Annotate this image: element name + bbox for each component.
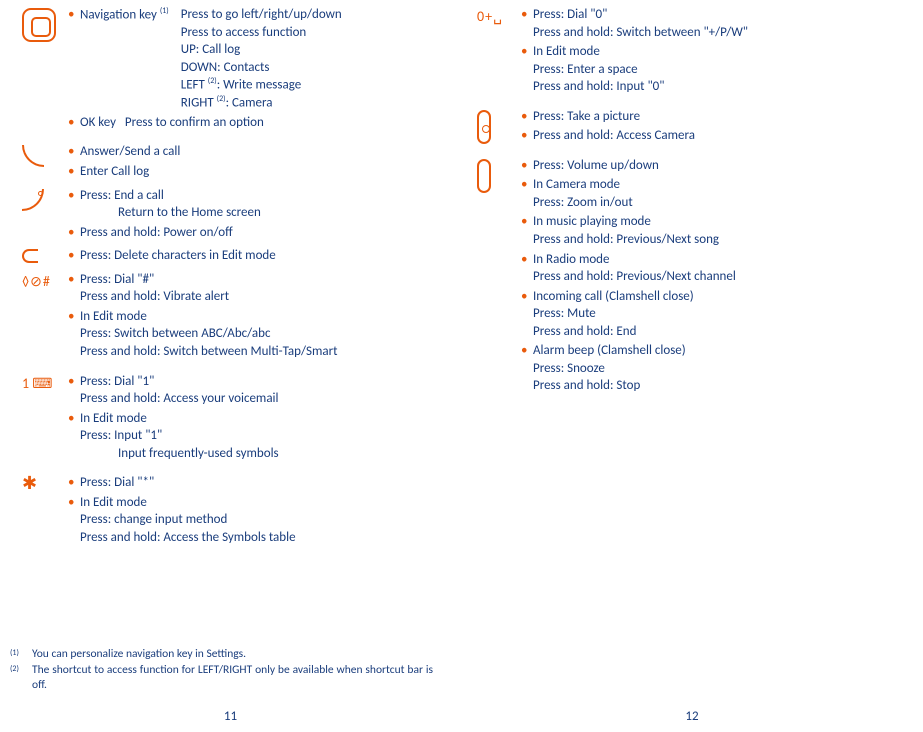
item-hash-a: Press: Dial "#" Press and hold: Vibrate … (68, 271, 451, 306)
item-hash-b: In Edit mode Press: Switch between ABC/A… (68, 308, 451, 361)
clear-key-icon (22, 249, 38, 263)
item-delete: Press: Delete characters in Edit mode (68, 247, 451, 265)
camera-key-icon (477, 110, 491, 144)
item-vol-4: Incoming call (Clamshell close) Press: M… (521, 288, 913, 341)
end-key-icon (22, 189, 44, 211)
volume-key-icon (477, 159, 491, 193)
row-end: Press: End a call Return to the Home scr… (10, 187, 451, 244)
row-hash: ◊⊘# Press: Dial "#" Press and hold: Vibr… (10, 271, 451, 363)
item-vol-1: In Camera mode Press: Zoom in/out (521, 176, 913, 211)
item-call-log: Enter Call log (68, 163, 451, 181)
hash-key-icon: ◊⊘# (22, 273, 51, 290)
item-vol-5: Alarm beep (Clamshell close) Press: Snoo… (521, 342, 913, 395)
item-camera-a: Press: Take a picture (521, 108, 913, 126)
nav-line-0: Press to go left/right/up/down (181, 6, 451, 24)
item-end-b: Press and hold: Power on/off (68, 224, 451, 242)
nav-line-right: RIGHT (2): Camera (181, 94, 451, 112)
page-left: Navigation key (1) Press to go left/righ… (0, 0, 461, 732)
item-camera-b: Press and hold: Access Camera (521, 127, 913, 145)
nav-line-left: LEFT (2): Write message (181, 76, 451, 94)
item-star-b: In Edit mode Press: change input method … (68, 494, 451, 547)
row-zero: 0+␣ Press: Dial "0" Press and hold: Swit… (471, 6, 913, 98)
footnotes: (1) You can personalize navigation key i… (10, 647, 433, 694)
left-content: Navigation key (1) Press to go left/righ… (0, 0, 461, 548)
item-star-a: Press: Dial "*" (68, 474, 451, 492)
nav-key-icon (22, 8, 56, 42)
footnote-2: (2) The shortcut to access function for … (10, 663, 433, 694)
item-nav-key: Navigation key (1) Press to go left/righ… (68, 6, 451, 112)
row-answer: Answer/Send a call Enter Call log (10, 143, 451, 182)
send-key-icon (22, 145, 44, 167)
item-one-b: In Edit mode Press: Input "1" Input freq… (68, 410, 451, 463)
row-star: ✱ Press: Dial "*" In Edit mode Press: ch… (10, 474, 451, 548)
row-camera: Press: Take a picture Press and hold: Ac… (471, 108, 913, 147)
footnote-ref-1: (1) (160, 6, 169, 16)
nav-line-3: DOWN: Contacts (181, 59, 451, 77)
row-delete: Press: Delete characters in Edit mode (10, 247, 451, 267)
item-zero-a: Press: Dial "0" Press and hold: Switch b… (521, 6, 913, 41)
row-volume: Press: Volume up/down In Camera mode Pre… (471, 157, 913, 397)
item-vol-3: In Radio mode Press and hold: Previous/N… (521, 251, 913, 286)
page-right: 0+␣ Press: Dial "0" Press and hold: Swit… (461, 0, 923, 732)
nav-line-1: Press to access function (181, 24, 451, 42)
one-key-icon: 1 ⌨ (22, 375, 52, 392)
row-one: 1 ⌨ Press: Dial "1" Press and hold: Acce… (10, 373, 451, 465)
star-key-icon: ✱ (22, 476, 37, 490)
page-number-right: 12 (685, 709, 698, 724)
zero-key-icon: 0+␣ (477, 8, 503, 25)
right-content: 0+␣ Press: Dial "0" Press and hold: Swit… (461, 0, 923, 397)
item-vol-2: In music playing mode Press and hold: Pr… (521, 213, 913, 248)
nav-line-2: UP: Call log (181, 41, 451, 59)
row-nav-key: Navigation key (1) Press to go left/righ… (10, 6, 451, 133)
footnote-1: (1) You can personalize navigation key i… (10, 647, 433, 663)
nav-key-label: Navigation key (80, 7, 157, 22)
item-zero-b: In Edit mode Press: Enter a space Press … (521, 43, 913, 96)
ok-label: OK key (80, 115, 116, 130)
item-one-a: Press: Dial "1" Press and hold: Access y… (68, 373, 451, 408)
ok-desc: Press to confirm an option (125, 115, 264, 130)
page-number-left: 11 (224, 709, 237, 724)
item-vol-0: Press: Volume up/down (521, 157, 913, 175)
item-answer: Answer/Send a call (68, 143, 451, 161)
item-ok-key: OK key Press to confirm an option (68, 114, 451, 132)
item-end-a: Press: End a call Return to the Home scr… (68, 187, 451, 222)
